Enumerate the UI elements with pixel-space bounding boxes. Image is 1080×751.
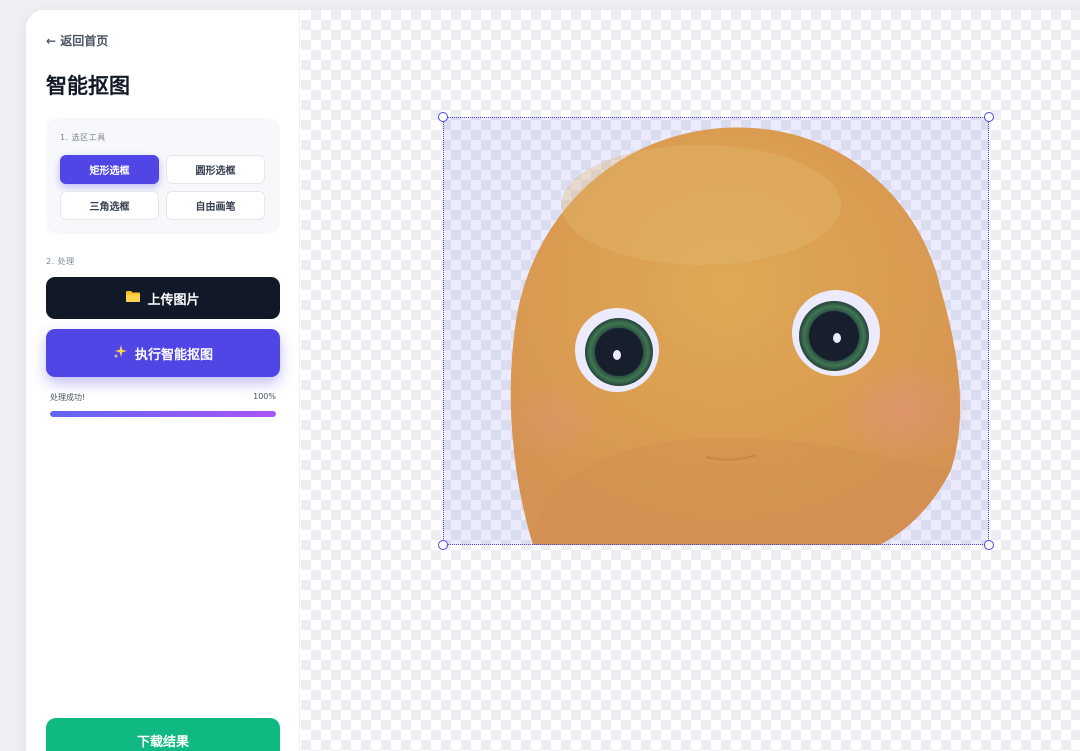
- sidebar: ← 返回首页 智能抠图 1. 选区工具 矩形选框 圆形选框 三角选框 自由画笔 …: [26, 10, 300, 751]
- progress-fill: [50, 411, 276, 417]
- rect-select-button[interactable]: 矩形选框: [60, 155, 159, 184]
- sparkles-icon: [113, 344, 128, 363]
- image-canvas[interactable]: [301, 10, 1080, 751]
- triangle-select-button[interactable]: 三角选框: [60, 191, 159, 220]
- selection-handle-top-right[interactable]: [984, 112, 994, 122]
- run-ai-cutout-button[interactable]: 执行智能抠图: [46, 329, 280, 377]
- progress-percent: 100%: [253, 392, 276, 401]
- progress-bar: [50, 411, 276, 417]
- rect-selection-box[interactable]: [438, 112, 994, 550]
- app-window: ← 返回首页 智能抠图 1. 选区工具 矩形选框 圆形选框 三角选框 自由画笔 …: [26, 10, 1080, 751]
- tools-section-label: 1. 选区工具: [60, 133, 106, 142]
- status-text: 处理成功!: [50, 393, 86, 402]
- folder-icon: [126, 290, 141, 306]
- run-ai-cutout-label: 执行智能抠图: [134, 347, 213, 363]
- free-brush-button[interactable]: 自由画笔: [166, 191, 265, 220]
- status-row: 处理成功! 100%: [50, 392, 276, 403]
- page-title: 智能抠图: [46, 74, 130, 98]
- back-home-link[interactable]: ← 返回首页: [46, 32, 108, 49]
- selection-handle-bottom-left[interactable]: [438, 540, 448, 550]
- selection-handle-bottom-right[interactable]: [984, 540, 994, 550]
- upload-image-button[interactable]: 上传图片: [46, 277, 280, 319]
- selection-handle-top-left[interactable]: [438, 112, 448, 122]
- download-result-button[interactable]: 下载结果: [46, 718, 280, 751]
- circle-select-button[interactable]: 圆形选框: [166, 155, 265, 184]
- selection-tool-panel: 1. 选区工具 矩形选框 圆形选框 三角选框 自由画笔: [46, 118, 280, 234]
- upload-image-label: 上传图片: [147, 292, 200, 308]
- process-section-label: 2. 处理: [46, 257, 75, 266]
